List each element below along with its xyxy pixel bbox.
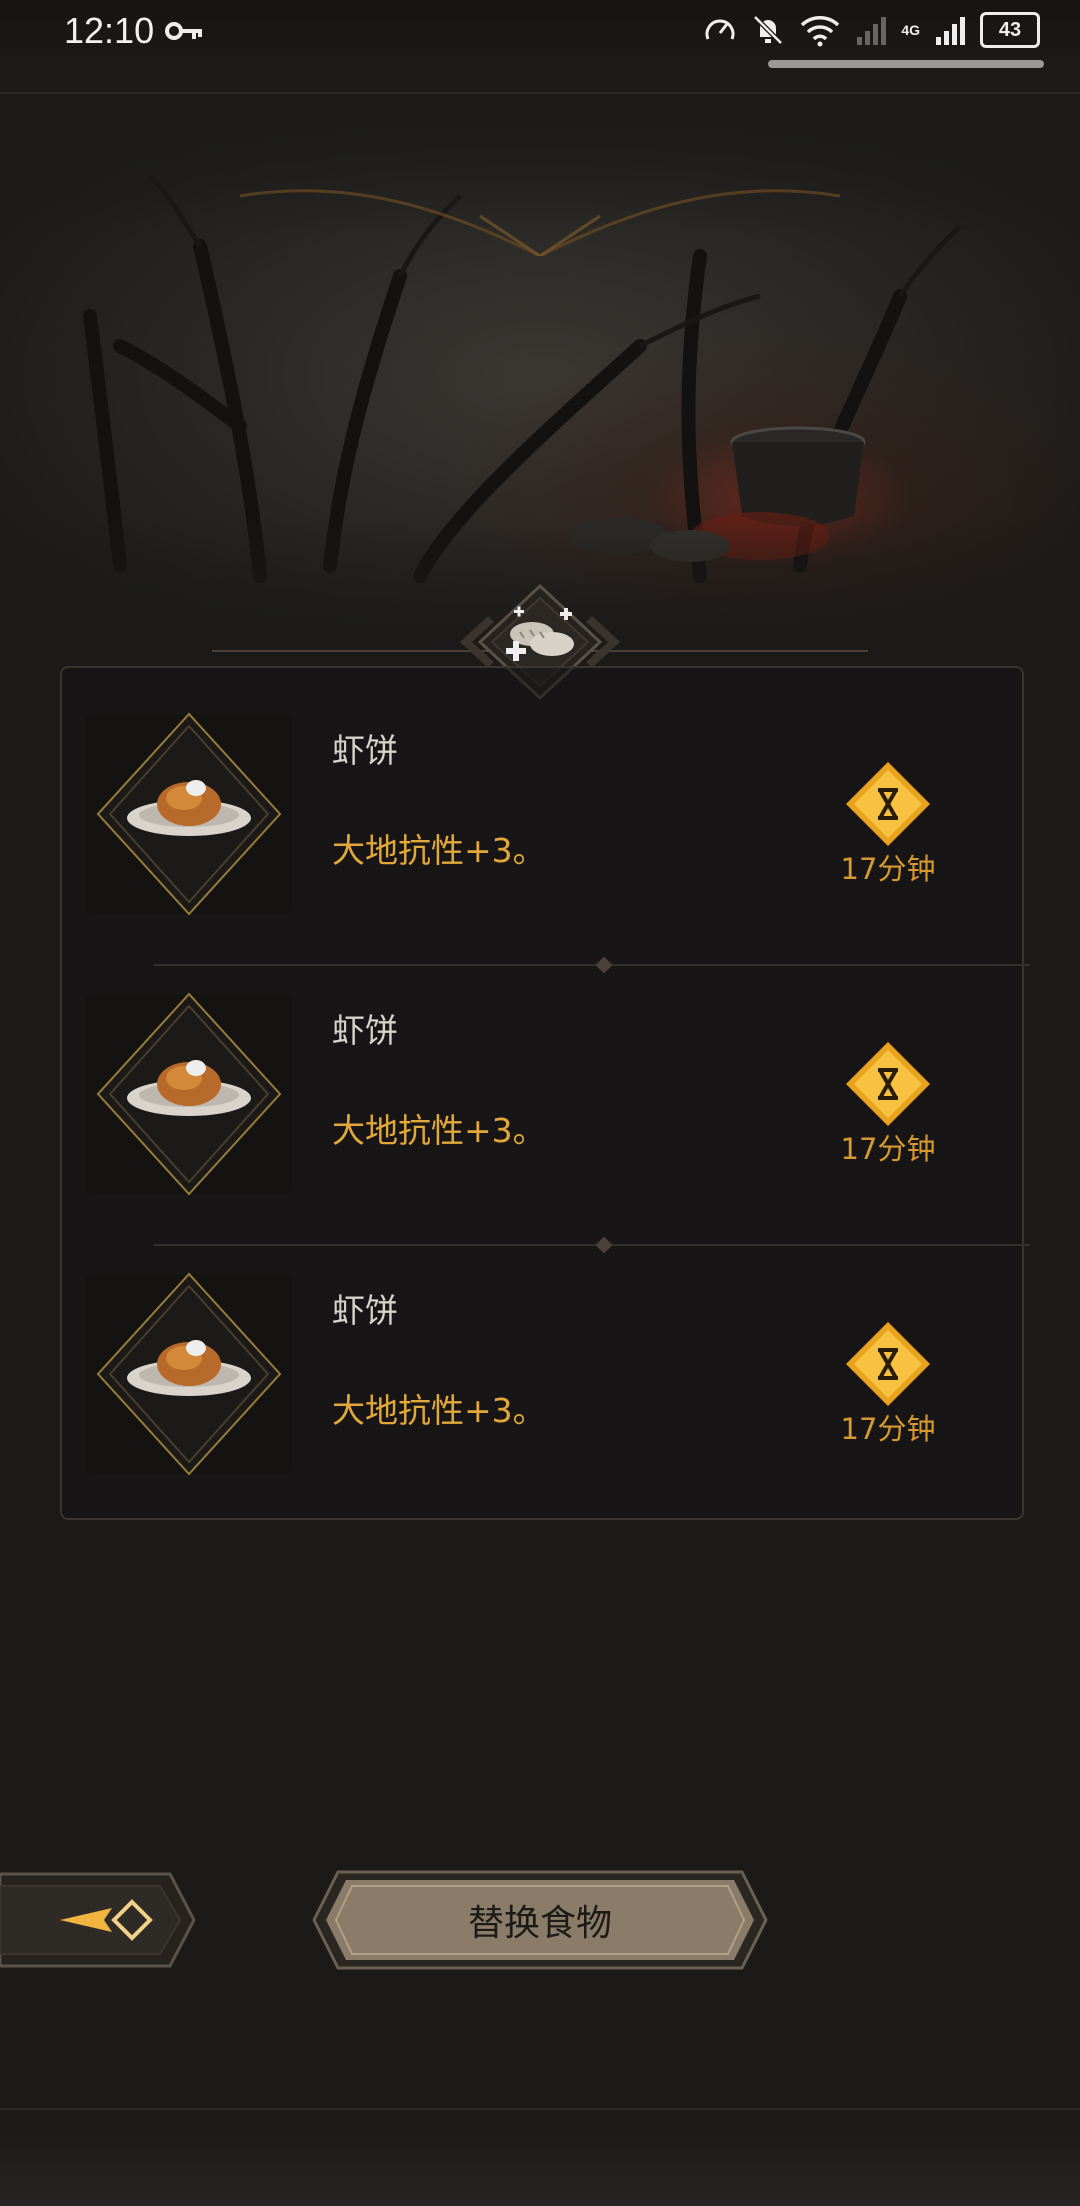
top-ornament [240,189,840,256]
divider [154,964,1030,966]
back-button[interactable] [0,1872,196,1968]
divider [154,1244,1030,1246]
hourglass-icon [846,1042,930,1126]
divider-ornament [595,1236,613,1254]
food-name: 虾饼 [332,1011,398,1050]
signal-weak-icon [857,17,887,45]
shrimp-cake-icon [96,992,282,1196]
food-name: 虾饼 [332,1291,398,1330]
replace-food-button[interactable] [312,1870,768,1970]
mute-bell-icon [753,15,784,45]
list-item[interactable]: 虾饼 大地抗性+3。 17分钟 [86,992,998,1196]
hourglass-icon [846,1322,930,1406]
signal-strong-icon [936,17,965,45]
network-type-label: 4G [901,22,920,38]
food-effect: 大地抗性+3。 [332,831,546,870]
remaining-time: 17分钟 [840,852,936,886]
status-bar: 12:10 4G 43 [0,0,1080,94]
list-item[interactable]: 虾饼 大地抗性+3。 17分钟 [86,712,998,916]
battery-indicator: 43 [980,12,1040,48]
list-item[interactable]: 虾饼 大地抗性+3。 17分钟 [86,1272,998,1476]
remaining-time: 17分钟 [840,1132,936,1166]
divider-ornament [595,956,613,974]
wifi-icon [801,16,840,47]
key-icon [165,22,202,40]
campfire-scene-image [0,96,1080,656]
footer-ornament [0,2108,1080,2206]
food-name: 虾饼 [332,731,398,770]
shrimp-cake-icon [96,1272,282,1476]
gesture-bar [768,60,1044,68]
food-effect: 大地抗性+3。 [332,1111,546,1150]
buff-list-panel: 虾饼 大地抗性+3。 17分钟 虾饼 大地抗性+3。 17分钟 虾饼 大地抗性+… [60,666,1030,1520]
status-time: 12:10 [64,10,155,51]
shrimp-cake-icon [96,712,282,916]
remaining-time: 17分钟 [840,1412,936,1446]
speed-icon [705,19,735,40]
food-effect: 大地抗性+3。 [332,1391,546,1430]
hourglass-icon [846,762,930,846]
